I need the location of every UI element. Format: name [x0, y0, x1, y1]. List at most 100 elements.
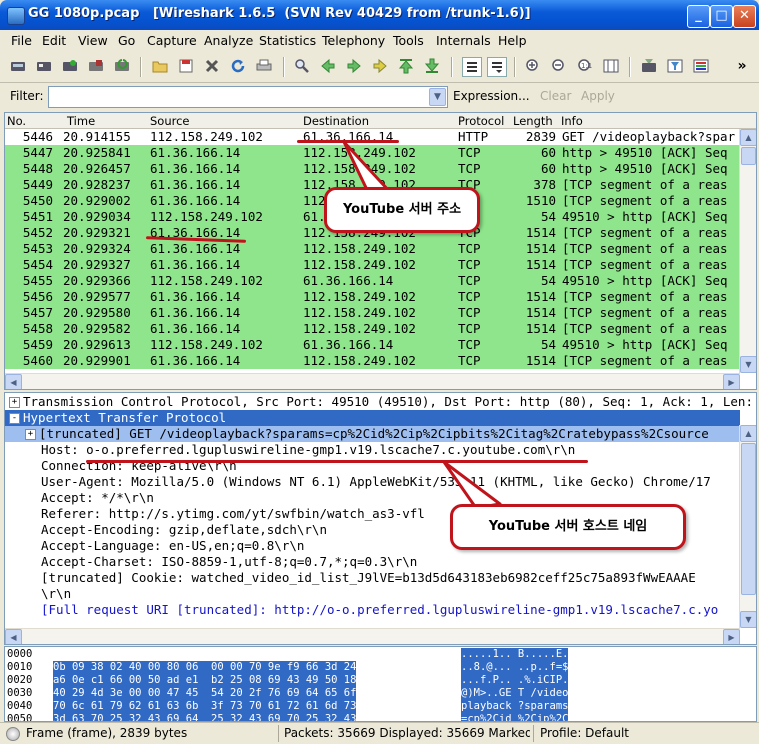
- bytes-ascii[interactable]: ...f.P.. .%.iCIP.: [461, 674, 569, 687]
- bytes-hex[interactable]: 70 6c 61 79 62 61 63 6b 3f 73 70 61 72 6…: [53, 700, 357, 713]
- detail-row[interactable]: \r\n: [5, 586, 740, 602]
- stop-capture-icon[interactable]: [87, 57, 105, 75]
- start-capture-icon[interactable]: [61, 57, 79, 75]
- detail-row[interactable]: Host: o-o.preferred.lgupluswireline-gmp1…: [5, 442, 740, 458]
- capture-filters-icon[interactable]: [640, 57, 658, 75]
- interface-list-icon[interactable]: [9, 57, 27, 75]
- column-time[interactable]: Time: [67, 114, 95, 128]
- expression-button[interactable]: Expression...: [453, 89, 530, 103]
- expand-icon[interactable]: +: [25, 429, 36, 440]
- scroll-down-arrow-icon[interactable]: ▼: [740, 356, 756, 373]
- collapse-icon[interactable]: -: [9, 413, 20, 424]
- apply-button[interactable]: Apply: [581, 89, 615, 103]
- column-destination[interactable]: Destination: [303, 114, 369, 128]
- capture-options-icon[interactable]: [35, 57, 53, 75]
- clear-button[interactable]: Clear: [540, 89, 571, 103]
- detail-row[interactable]: - Hypertext Transfer Protocol: [5, 410, 740, 426]
- packet-row[interactable]: 5459 20.929613 112.158.249.102 61.36.166.14…: [5, 337, 740, 353]
- filter-dropdown-chevron-icon[interactable]: ▼: [429, 88, 446, 106]
- colorize-icon[interactable]: [462, 57, 482, 77]
- bytes-ascii[interactable]: ..8.@... ..p..f=$: [461, 661, 569, 674]
- minimize-button[interactable]: _: [687, 5, 710, 28]
- scroll-left-arrow-icon[interactable]: ◀: [5, 629, 22, 644]
- last-packet-icon[interactable]: [423, 57, 441, 75]
- maximize-button[interactable]: □: [710, 5, 733, 28]
- packet-row[interactable]: 5460 20.929901 61.36.166.14 112.158.249.102…: [5, 353, 740, 369]
- detail-row[interactable]: [Full request URI [truncated]: http://o-…: [5, 602, 740, 618]
- reload-icon[interactable]: [229, 57, 247, 75]
- bytes-hex[interactable]: 40 29 4d 3e 00 00 47 45 54 20 2f 76 69 6…: [53, 687, 357, 700]
- packet-row[interactable]: 5455 20.929366 112.158.249.102 61.36.166.14…: [5, 273, 740, 289]
- menu-edit[interactable]: Edit: [42, 33, 66, 48]
- column-length[interactable]: Length: [513, 114, 553, 128]
- forward-icon[interactable]: [345, 57, 363, 75]
- menu-internals[interactable]: Internals: [436, 33, 491, 48]
- find-icon[interactable]: [293, 57, 311, 75]
- column-no[interactable]: No.: [7, 114, 26, 128]
- details-hscrollbar[interactable]: ◀ ▶: [5, 628, 740, 644]
- scroll-right-arrow-icon[interactable]: ▶: [723, 629, 740, 644]
- menu-capture[interactable]: Capture: [147, 33, 197, 48]
- scroll-up-arrow-icon[interactable]: ▲: [740, 425, 756, 442]
- menu-tools[interactable]: Tools: [393, 33, 424, 48]
- print-icon[interactable]: [255, 57, 273, 75]
- menu-view[interactable]: View: [78, 33, 108, 48]
- restart-capture-icon[interactable]: [113, 57, 131, 75]
- menu-analyze[interactable]: Analyze: [204, 33, 253, 48]
- packet-row[interactable]: 5457 20.929580 61.36.166.14 112.158.249.102…: [5, 305, 740, 321]
- goto-packet-icon[interactable]: [371, 57, 389, 75]
- detail-row[interactable]: User-Agent: Mozilla/5.0 (Windows NT 6.1)…: [5, 474, 740, 490]
- zoom-out-icon[interactable]: [550, 57, 568, 75]
- resize-columns-icon[interactable]: [602, 57, 620, 75]
- column-source[interactable]: Source: [150, 114, 190, 128]
- bytes-hex[interactable]: 3d 63 70 25 32 43 69 64 25 32 43 69 70 2…: [53, 713, 357, 721]
- open-file-icon[interactable]: [151, 57, 169, 75]
- packet-row[interactable]: 5458 20.929582 61.36.166.14 112.158.249.102…: [5, 321, 740, 337]
- scroll-right-arrow-icon[interactable]: ▶: [723, 374, 740, 389]
- menu-help[interactable]: Help: [498, 33, 527, 48]
- packet-row[interactable]: 5453 20.929324 61.36.166.14 112.158.249.102…: [5, 241, 740, 257]
- packet-row[interactable]: 5454 20.929327 61.36.166.14 112.158.249.102…: [5, 257, 740, 273]
- detail-row[interactable]: [truncated] Cookie: watched_video_id_lis…: [5, 570, 740, 586]
- close-button[interactable]: ✕: [733, 5, 756, 28]
- expand-icon[interactable]: +: [9, 397, 20, 408]
- scroll-up-arrow-icon[interactable]: ▲: [740, 129, 756, 146]
- bytes-ascii[interactable]: .....1.. B.....E.: [461, 648, 569, 661]
- bytes-hex[interactable]: 00 14 f1 e4 95 31 00 17 42 c1 c8 f7 08 0…: [53, 648, 357, 661]
- details-vscrollbar[interactable]: ▲ ▼: [739, 425, 756, 628]
- menu-file[interactable]: File: [11, 33, 32, 48]
- packet-row[interactable]: 5456 20.929577 61.36.166.14 112.158.249.102…: [5, 289, 740, 305]
- detail-row[interactable]: + [truncated] GET /videoplayback?sparams=…: [5, 426, 740, 442]
- column-protocol[interactable]: Protocol: [458, 114, 504, 128]
- detail-row[interactable]: Accept-Charset: ISO-8859-1,utf-8;q=0.7,*…: [5, 554, 740, 570]
- close-file-icon[interactable]: [203, 57, 221, 75]
- scroll-down-arrow-icon[interactable]: ▼: [740, 611, 756, 628]
- menu-statistics[interactable]: Statistics: [259, 33, 316, 48]
- column-info[interactable]: Info: [561, 114, 583, 128]
- packet-list-hscrollbar[interactable]: ◀ ▶: [5, 373, 740, 389]
- menu-go[interactable]: Go: [118, 33, 135, 48]
- bytes-ascii[interactable]: playback ?sparams: [461, 700, 569, 713]
- zoom-in-icon[interactable]: [524, 57, 542, 75]
- first-packet-icon[interactable]: [397, 57, 415, 75]
- back-icon[interactable]: [319, 57, 337, 75]
- bytes-hex[interactable]: 0b 09 38 02 40 00 80 06 00 00 70 9e f9 6…: [53, 661, 357, 674]
- scroll-thumb[interactable]: [741, 443, 756, 595]
- normal-size-icon[interactable]: 1:1: [576, 57, 594, 75]
- display-filters-icon[interactable]: [666, 57, 684, 75]
- status-profile[interactable]: Profile: Default: [540, 726, 629, 740]
- filter-input[interactable]: ▼: [48, 86, 448, 108]
- bytes-ascii[interactable]: @)M>..GE T /video: [461, 687, 569, 700]
- detail-row[interactable]: + Transmission Control Protocol, Src Port…: [5, 394, 753, 410]
- coloring-rules-icon[interactable]: [692, 57, 710, 75]
- scroll-thumb[interactable]: [741, 147, 756, 165]
- save-file-icon[interactable]: [177, 57, 195, 75]
- autoscroll-icon[interactable]: [487, 57, 507, 77]
- bytes-ascii[interactable]: =cp%2Cid %2Cip%2C: [461, 713, 569, 721]
- toolbar-overflow-icon[interactable]: »: [733, 57, 751, 75]
- bytes-hex[interactable]: a6 0e c1 66 00 50 ad e1 b2 25 08 69 43 4…: [53, 674, 357, 687]
- menu-telephony[interactable]: Telephony: [322, 33, 385, 48]
- packet-list-vscrollbar[interactable]: ▲ ▼: [739, 129, 756, 373]
- scroll-left-arrow-icon[interactable]: ◀: [5, 374, 22, 389]
- expert-info-icon[interactable]: [6, 727, 20, 741]
